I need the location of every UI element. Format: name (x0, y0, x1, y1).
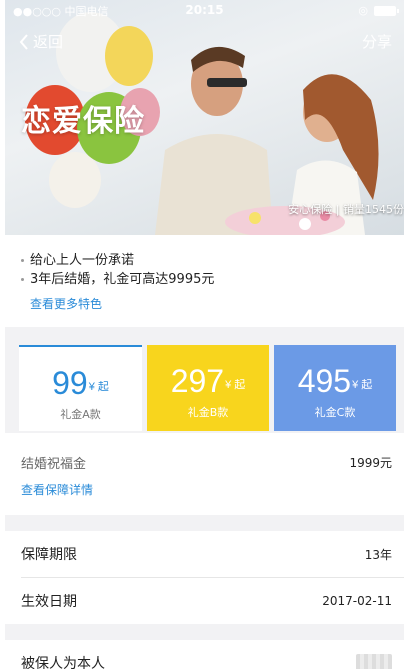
plan-price-unit: ¥ 起 (352, 379, 373, 391)
insured-self-toggle[interactable] (356, 654, 392, 669)
blessing-value: 1999元 (349, 455, 392, 470)
plan-price-unit: ¥ 起 (225, 379, 246, 391)
battery-icon (374, 5, 399, 16)
coverage-details: 结婚祝福金 1999元 查看保障详情 保障期限 13年 生效日期 2017-02… (5, 433, 404, 669)
period-row[interactable]: 保障期限 13年 (5, 531, 404, 577)
insured-self-label: 被保人为本人 (21, 656, 105, 669)
section-divider (5, 515, 404, 531)
balloon-white-2 (49, 152, 101, 208)
status-bar: ●●○○○ 中国电信 20:15 ◎ (5, 0, 404, 20)
plan-price-value: 297 (170, 363, 225, 399)
location-icon: ◎ (358, 4, 368, 17)
feature-item: 3年后结婚，礼金可高达9995元 (21, 270, 404, 289)
share-button[interactable]: 分享 (362, 31, 392, 52)
section-divider (5, 624, 404, 640)
coverage-detail-link[interactable]: 查看保障详情 (5, 481, 404, 515)
chevron-left-icon (19, 33, 28, 50)
plan-name: 礼金A款 (60, 408, 101, 421)
feature-text: 3年后结婚，礼金可高达9995元 (30, 272, 215, 287)
nav-bar: 返回 分享 (5, 28, 404, 54)
hero-banner: ●●○○○ 中国电信 20:15 ◎ 返回 分享 恋爱保险 安心保险 | 销量1… (5, 0, 404, 235)
effective-date-label: 生效日期 (21, 594, 77, 610)
period-value: 13年 (364, 547, 392, 562)
bullet-icon (21, 259, 24, 262)
feature-text: 给心上人一份承诺 (30, 253, 135, 268)
more-features-link[interactable]: 查看更多特色 (30, 295, 404, 312)
plan-name: 礼金C款 (314, 406, 356, 419)
sales-caption: 安心保险 | 销量1545份 (288, 203, 404, 216)
back-label: 返回 (33, 33, 64, 51)
effective-date-value: 2017-02-11 (322, 594, 392, 608)
clock-time: 20:15 (185, 3, 224, 17)
plan-price: 99¥ 起 (19, 366, 142, 404)
feature-list: 给心上人一份承诺 3年后结婚，礼金可高达9995元 查看更多特色 (5, 235, 404, 327)
plan-price: 297¥ 起 (147, 364, 269, 402)
plan-price-value: 99 (52, 365, 88, 401)
plan-price-value: 495 (297, 363, 352, 399)
plan-price: 495¥ 起 (274, 364, 396, 402)
status-icons: ◎ (358, 4, 399, 17)
plan-a-option[interactable]: 99¥ 起 礼金A款 (19, 345, 142, 431)
section-divider (5, 327, 404, 343)
product-title: 恋爱保险 (21, 104, 145, 139)
plan-selector: 99¥ 起 礼金A款 297¥ 起 礼金B款 495¥ 起 礼金C款 (5, 343, 404, 433)
bullet-icon (21, 278, 24, 281)
insured-self-row: 被保人为本人 (5, 640, 404, 669)
feature-item: 给心上人一份承诺 (21, 251, 404, 270)
plan-c-option[interactable]: 495¥ 起 礼金C款 (274, 345, 396, 431)
back-button[interactable]: 返回 (19, 31, 63, 52)
plan-b-option[interactable]: 297¥ 起 礼金B款 (147, 345, 269, 431)
blessing-label: 结婚祝福金 (21, 456, 87, 472)
effective-date-row[interactable]: 生效日期 2017-02-11 (5, 578, 404, 624)
plan-name: 礼金B款 (187, 406, 229, 419)
plan-price-unit: ¥ 起 (88, 381, 109, 393)
man-sunglasses (207, 78, 247, 87)
period-label: 保障期限 (21, 547, 77, 563)
blessing-row: 结婚祝福金 1999元 (5, 433, 404, 481)
